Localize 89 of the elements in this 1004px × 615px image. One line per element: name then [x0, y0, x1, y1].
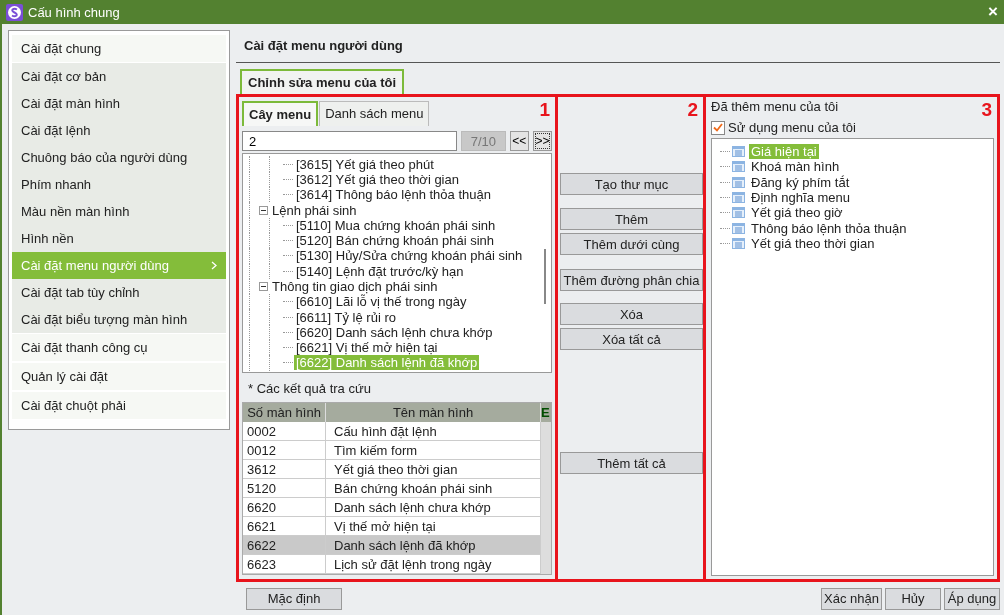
match-counter: 7/10 [460, 130, 506, 152]
table-cell: 0012 [243, 441, 326, 460]
sidebar-item[interactable]: Màu nền màn hình [12, 198, 226, 225]
dialog-button[interactable]: Hủy [885, 587, 941, 610]
section-header: Cài đặt menu người dùng [236, 30, 1000, 63]
table-cell: Cấu hình đặt lệnh [326, 422, 541, 441]
sidebar-item[interactable]: Hình nền [12, 225, 226, 252]
sidebar-item[interactable]: Cài đặt lệnh [12, 117, 226, 144]
table-cell: Yết giá theo thời gian [326, 460, 541, 479]
action-button[interactable]: Xóa [560, 303, 703, 325]
action-button[interactable]: Thêm tất cả [560, 452, 703, 474]
column-header: Tên màn hình [326, 403, 541, 422]
menu-item[interactable]: Yết giá theo thời gian [749, 235, 877, 251]
table-cell: Bán chứng khoán phái sinh [326, 479, 541, 498]
table-cell: Tìm kiếm form [326, 441, 541, 460]
document-icon [732, 237, 745, 249]
document-icon [732, 192, 745, 204]
document-icon [732, 161, 745, 173]
panel-title: Đã thêm menu của tôi [711, 99, 839, 114]
tree-group[interactable]: Thông tin giao dịch phái sinh [270, 279, 440, 294]
app-logo-icon [6, 3, 23, 21]
tree-item[interactable]: [3615] Yết giá theo phút [294, 156, 436, 172]
close-button[interactable]: × [986, 2, 1000, 22]
menu-item[interactable]: Yết giá theo giờ [749, 205, 845, 221]
table-cell: 6622 [243, 536, 326, 555]
sidebar-item[interactable]: Chuông báo của người dùng [12, 144, 226, 171]
document-icon [732, 207, 745, 219]
menu-item[interactable]: Định nghĩa menu [749, 190, 852, 206]
annotation-number: 2 [687, 99, 698, 121]
dialog-button[interactable]: Xác nhận [821, 587, 882, 610]
table-cell: Danh sách lệnh chưa khớp [326, 498, 541, 517]
document-icon [732, 146, 745, 158]
tree-item[interactable]: [5120] Bán chứng khoán phái sinh [294, 233, 497, 249]
tab[interactable]: Danh sách menu [319, 101, 430, 126]
tree-item[interactable]: [6611] Tỷ lệ rủi ro [294, 309, 398, 325]
default-button[interactable]: Mặc định [246, 587, 342, 610]
results-label: * Các kết quả tra cứu [248, 381, 372, 396]
dialog-button[interactable]: Áp dụng [944, 587, 1000, 610]
sidebar-item[interactable]: Quản lý cài đặt [12, 363, 226, 390]
action-button[interactable]: Thêm [560, 208, 703, 230]
window-title: Cấu hình chung [28, 4, 121, 20]
sidebar-item[interactable]: Cài đặt biểu tượng màn hình [12, 306, 226, 333]
scrollbar[interactable] [541, 422, 551, 574]
menu-item[interactable]: Đăng ký phím tắt [749, 174, 852, 190]
checkbox[interactable] [711, 120, 725, 135]
column-header: E [541, 403, 551, 422]
tree-item[interactable]: [3614] Thông báo lệnh thỏa thuận [294, 187, 493, 203]
annotation-number: 3 [981, 99, 992, 121]
previous-button[interactable]: << [509, 130, 529, 152]
collapse-icon[interactable] [259, 205, 268, 215]
table-cell: 6620 [243, 498, 326, 517]
sidebar-item[interactable]: Cài đặt màn hình [12, 90, 226, 117]
document-icon [732, 222, 745, 234]
tree-item[interactable]: [6610] Lãi lỗ vị thế trong ngày [294, 294, 469, 310]
table-cell: 5120 [243, 479, 326, 498]
action-button[interactable]: Thêm đường phân chia [560, 269, 703, 291]
tree-group[interactable]: Lệnh phái sinh [270, 202, 359, 218]
checkbox-label: Sử dụng menu của tôi [728, 120, 856, 135]
sidebar-item[interactable]: Phím nhanh [12, 171, 226, 198]
sidebar-item[interactable]: Cài đặt chuột phải [12, 392, 226, 419]
sidebar-item[interactable]: Cài đặt tab tùy chỉnh [12, 279, 226, 306]
collapse-icon[interactable] [259, 282, 268, 291]
tree-item[interactable]: [5130] Hủy/Sửa chứng khoán phái sinh [294, 248, 525, 264]
table-cell: 0002 [243, 422, 326, 441]
tree-item[interactable]: [6620] Danh sách lệnh chưa khớp [294, 324, 495, 340]
action-button[interactable]: Tạo thư mục [560, 173, 703, 195]
search-field[interactable]: 2 [242, 130, 457, 152]
menu-item[interactable]: Thông báo lệnh thỏa thuận [749, 220, 909, 236]
table-cell: 3612 [243, 460, 326, 479]
table-cell: 6623 [243, 555, 326, 574]
tab[interactable]: Chỉnh sửa menu của tôi [240, 69, 405, 94]
next-button[interactable]: >> [532, 130, 552, 152]
tab[interactable]: Cây menu [242, 101, 319, 126]
sidebar-item[interactable]: Cài đặt chung [12, 35, 226, 62]
action-button[interactable]: Xóa tất cả [560, 328, 703, 350]
action-button[interactable]: Thêm dưới cùng [560, 233, 703, 255]
tree-item[interactable]: [3612] Yết giá theo thời gian [294, 171, 461, 187]
tree-item[interactable]: [6621] Vị thế mở hiện tại [294, 340, 440, 356]
table-cell: Lịch sử đặt lệnh trong ngày [326, 555, 541, 574]
annotation-number: 1 [539, 99, 550, 121]
table-cell: Danh sách lệnh đã khớp [326, 536, 541, 555]
sidebar-item[interactable]: Cài đặt cơ bản [12, 63, 226, 90]
sidebar-item[interactable]: Cài đặt thanh công cụ [12, 334, 226, 361]
tree-item[interactable]: [5110] Mua chứng khoán phái sinh [294, 217, 498, 233]
tree-item[interactable]: [5140] Lệnh đặt trước/kỳ hạn [294, 263, 466, 279]
chevron-icon [211, 261, 217, 270]
menu-item[interactable]: Khoá màn hình [749, 159, 842, 175]
document-icon [732, 176, 745, 188]
column-header: Số màn hình [243, 403, 326, 422]
